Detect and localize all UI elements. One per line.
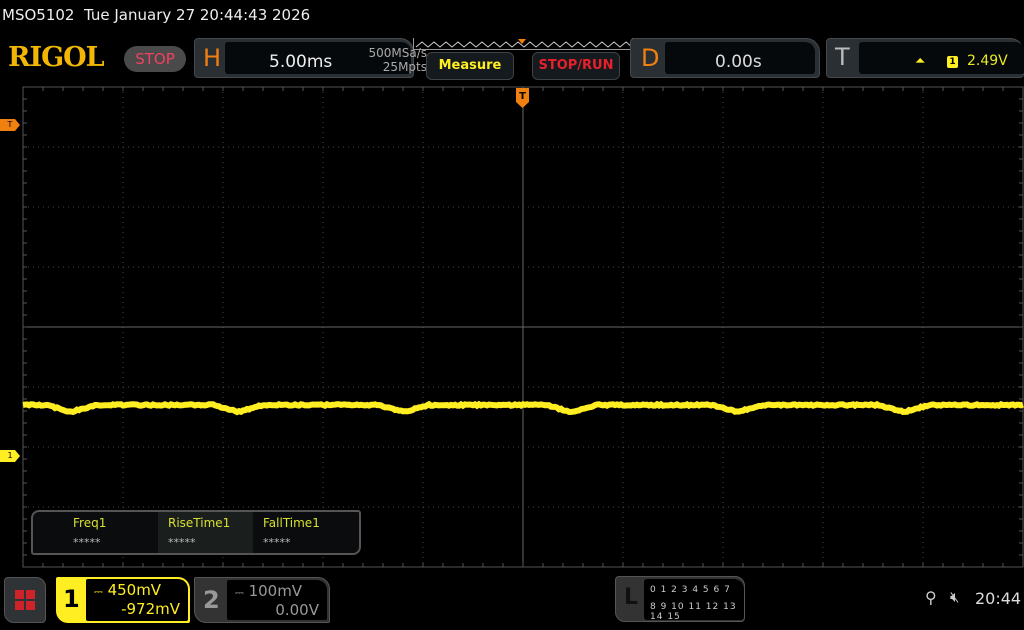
channel1-offset: -972mV (121, 600, 180, 618)
trigger-source: 1 (947, 56, 958, 68)
stop-run-button[interactable]: STOP/RUN (532, 52, 620, 80)
measure-button[interactable]: Measure (426, 52, 514, 80)
measurement-value: ***** (73, 536, 101, 549)
delay-letter: D (641, 44, 659, 72)
waveform-grid[interactable] (22, 86, 1024, 568)
app-menu-button[interactable] (4, 577, 46, 623)
model-name: MSO5102 (2, 6, 74, 24)
channel2-offset: 0.00V (275, 601, 319, 619)
dc-coupling-icon: ⎓ (94, 585, 103, 598)
status-title: MSO5102 Tue January 27 20:44:43 2026 (2, 6, 310, 24)
measurement-name: RiseTime1 (168, 516, 230, 530)
measurement-value: ***** (263, 536, 291, 549)
trigger-level-marker[interactable]: T (0, 119, 20, 131)
channel1-number: 1 (63, 585, 80, 613)
trigger-letter: T (835, 43, 850, 71)
channel1-scale: 450mV (108, 581, 162, 599)
measurement-falltime[interactable]: FallTime1 ***** (253, 512, 348, 553)
run-state-badge[interactable]: STOP (124, 46, 186, 72)
measurement-name: Freq1 (73, 516, 106, 530)
rising-edge-icon: ⏶ (915, 54, 925, 69)
logic-letter: L (624, 585, 638, 610)
memory-depth: 25Mpts (345, 60, 427, 74)
trigger-level: 2.49V (967, 53, 1008, 69)
datetime: Tue January 27 20:44:43 2026 (84, 6, 310, 24)
system-clock: 20:44 (975, 589, 1021, 608)
channel2-scale: 100mV (249, 582, 303, 600)
measurement-freq[interactable]: Freq1 ***** (63, 512, 158, 553)
measurement-value: ***** (168, 536, 196, 549)
logic-channels-row2: 8 9 10 11 12 13 14 15 (650, 602, 744, 622)
rigol-logo: RIGOL (8, 42, 104, 73)
memory-ruler (413, 38, 633, 50)
delay-panel[interactable]: D 0.00s (630, 38, 820, 78)
delay-value: 0.00s (715, 52, 762, 72)
measurement-name: FallTime1 (263, 516, 320, 530)
measurement-panel: Freq1 ***** RiseTime1 ***** FallTime1 ***** (31, 510, 361, 555)
timebase-value: 5.00ms (269, 52, 332, 72)
channel2-panel[interactable]: 2 ⎓ 100mV 0.00V (194, 577, 330, 623)
channel1-panel[interactable]: 1 ⎓ 450mV -972mV (56, 577, 190, 623)
usb-icon: ⚲ (925, 588, 937, 607)
channel1-offset-marker[interactable]: 1 (0, 450, 20, 462)
horizontal-panel[interactable]: H 5.00ms 500MSa/s 25Mpts (194, 38, 414, 78)
logic-panel[interactable]: L 0 1 2 3 4 5 6 7 8 9 10 11 12 13 14 15 (615, 576, 745, 622)
horizontal-letter: H (203, 44, 221, 72)
dc-coupling-icon: ⎓ (235, 586, 244, 599)
logic-channels-row1: 0 1 2 3 4 5 6 7 (650, 585, 731, 595)
measurement-risetime[interactable]: RiseTime1 ***** (158, 512, 253, 553)
channel2-number: 2 (203, 586, 220, 614)
speaker-muted-icon[interactable]: 🔇︎ (950, 588, 959, 606)
trigger-panel[interactable]: T ⏶ 1 2.49V A (826, 38, 1024, 78)
